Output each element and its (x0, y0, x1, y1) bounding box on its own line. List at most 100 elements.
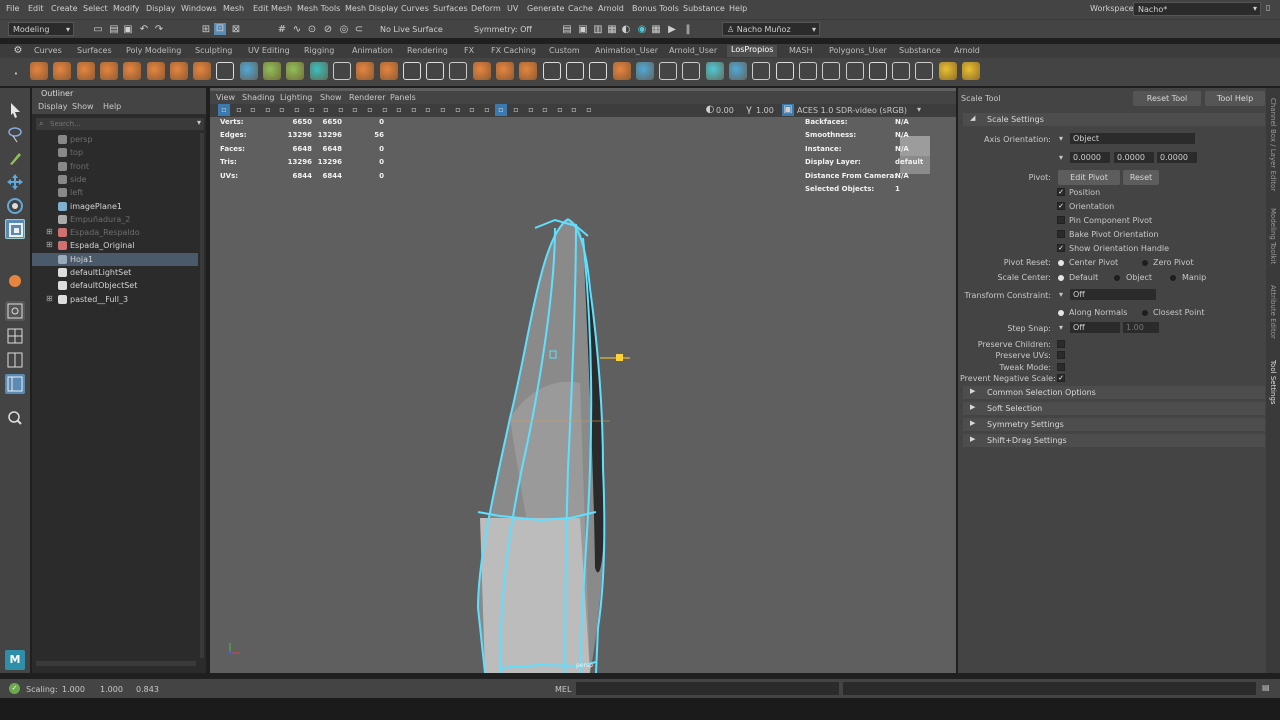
xray-components-icon[interactable]: ▫ (583, 104, 595, 116)
zero-pivot-radio[interactable] (1142, 260, 1148, 266)
select-hierarchy-icon[interactable]: ⊞ (200, 24, 212, 36)
viewport-menu-lighting[interactable]: Lighting (280, 93, 312, 102)
reset-pivot-button[interactable]: Reset (1123, 170, 1159, 185)
menu-arnold[interactable]: Arnold (598, 4, 624, 13)
shelf-tab-polygons-user[interactable]: Polygons_User (829, 46, 887, 55)
fill-hole-icon[interactable] (356, 62, 374, 80)
view-cube[interactable] (900, 136, 930, 174)
align-icon[interactable] (799, 62, 817, 80)
menu-bonus-tools[interactable]: Bonus Tools (632, 4, 679, 13)
axis-x-field[interactable]: 0.0000 (1070, 152, 1110, 163)
insert-loop-icon[interactable] (473, 62, 491, 80)
menu-generate[interactable]: Generate (527, 4, 564, 13)
motion-blur-icon[interactable]: ▫ (510, 104, 522, 116)
menu-display[interactable]: Display (146, 4, 176, 13)
merge-icon[interactable] (380, 62, 398, 80)
menu-edit-mesh[interactable]: Edit Mesh (253, 4, 292, 13)
xray-joints-icon[interactable]: ▫ (568, 104, 580, 116)
shelf-tab-animation[interactable]: Animation (352, 46, 393, 55)
select-component-icon[interactable]: ⊠ (230, 24, 242, 36)
mirror-icon[interactable] (613, 62, 631, 80)
bookmark-icon[interactable]: ▫ (247, 104, 259, 116)
outliner-item[interactable]: front (32, 160, 198, 173)
shelf-tab-uv-editing[interactable]: UV Editing (248, 46, 290, 55)
axis-y-field[interactable]: 0.0000 (1114, 152, 1154, 163)
outliner-menu-help[interactable]: Help (103, 102, 121, 111)
scale-settings-section[interactable]: ◢ Scale Settings (963, 113, 1265, 126)
rotate-tool-icon[interactable] (5, 196, 25, 216)
grease-pencil-icon[interactable]: ▫ (291, 104, 303, 116)
shelf-tab-arnold-user[interactable]: Arnold_User (669, 46, 717, 55)
shelf-tab-lospropios[interactable]: LosPropios (727, 45, 778, 57)
shelf-tab-surfaces[interactable]: Surfaces (77, 46, 112, 55)
viewport-menu-renderer[interactable]: Renderer (349, 93, 386, 102)
shelf-tab-curves[interactable]: Curves (34, 46, 62, 55)
single-pane-layout-icon[interactable] (5, 301, 25, 321)
exposure-value[interactable]: 0.00 (716, 106, 734, 115)
tweak-mode-checkbox[interactable] (1057, 363, 1065, 371)
torus-icon[interactable] (147, 62, 165, 80)
mel-label[interactable]: MEL (555, 685, 571, 694)
outliner-item[interactable]: imagePlane1 (32, 200, 198, 213)
outliner-item[interactable]: top (32, 146, 198, 159)
rotate-edge-icon[interactable] (822, 62, 840, 80)
delete-history-icon[interactable] (589, 62, 607, 80)
select-camera-icon[interactable]: ▫ (218, 104, 230, 116)
grid-icon[interactable]: ▫ (306, 104, 318, 116)
undo-icon[interactable]: ↶ (138, 24, 150, 36)
menu-more-icon[interactable]: ▯ (1266, 3, 1270, 12)
chevron-down-icon[interactable]: ▾ (1059, 290, 1063, 299)
two-pane-layout-icon[interactable] (5, 350, 25, 370)
plane-icon[interactable] (123, 62, 141, 80)
symmetry-icon[interactable] (846, 62, 864, 80)
menu-select[interactable]: Select (83, 4, 108, 13)
side-tab-tool-settings[interactable]: Tool Settings (1269, 360, 1277, 405)
field-chart-icon[interactable]: ▫ (364, 104, 376, 116)
connect-icon[interactable] (449, 62, 467, 80)
expand-icon[interactable]: ⊞ (46, 227, 53, 236)
wireframe-icon[interactable]: ▫ (408, 104, 420, 116)
shelf-tab-animation-user[interactable]: Animation_User (595, 46, 658, 55)
expand-icon[interactable]: ⊞ (46, 294, 53, 303)
shelf-tab-substance[interactable]: Substance (899, 46, 941, 55)
retopo-icon[interactable] (682, 62, 700, 80)
ipr-icon[interactable]: ▶ (666, 24, 678, 36)
four-pane-layout-icon[interactable] (5, 326, 25, 346)
cube-icon[interactable] (53, 62, 71, 80)
scale-center-manip-radio[interactable] (1170, 275, 1176, 281)
snap-grid-icon[interactable]: # (276, 24, 288, 36)
outliner-item[interactable]: defaultObjectSet (32, 279, 198, 292)
menu-windows[interactable]: Windows (181, 4, 217, 13)
shadows-icon[interactable]: ▫ (481, 104, 493, 116)
sphere-icon[interactable] (5, 271, 25, 291)
mp-icon[interactable] (915, 62, 933, 80)
menu-help[interactable]: Help (729, 4, 747, 13)
render-settings-icon[interactable]: ▦ (606, 24, 618, 36)
chevron-down-icon[interactable]: ▾ (197, 118, 201, 127)
step-snap-value[interactable]: 1.00 (1123, 322, 1159, 333)
gamma-value[interactable]: 1.00 (756, 106, 774, 115)
film-gate-icon[interactable]: ▫ (320, 104, 332, 116)
center-pivot-icon[interactable] (543, 62, 561, 80)
bool-icon[interactable] (333, 62, 351, 80)
grid-icon[interactable] (869, 62, 887, 80)
anti-alias-icon[interactable]: ▫ (525, 104, 537, 116)
viewport-menu-view[interactable]: View (216, 93, 235, 102)
image-plane-icon[interactable]: ▫ (262, 104, 274, 116)
reset-tool-button[interactable]: Reset Tool (1133, 91, 1201, 106)
outliner-menu-display[interactable]: Display (38, 102, 68, 111)
menu-file[interactable]: File (6, 4, 19, 13)
hypershade-icon[interactable]: ◐ (620, 24, 632, 36)
shelf-tab-fx[interactable]: FX (464, 46, 474, 55)
maya-logo-icon[interactable]: M (5, 650, 25, 670)
safe-title-icon[interactable]: ▫ (393, 104, 405, 116)
menu-modify[interactable]: Modify (113, 4, 140, 13)
freeze-icon[interactable] (566, 62, 584, 80)
menu-edit[interactable]: Edit (28, 4, 44, 13)
lattice-icon[interactable] (752, 62, 770, 80)
snap-curve-icon[interactable]: ∿ (291, 24, 303, 36)
quad-draw-icon[interactable] (659, 62, 677, 80)
pipe-icon[interactable] (193, 62, 211, 80)
exposure-icon[interactable]: ◐ (704, 104, 716, 116)
sculpt-icon[interactable] (519, 62, 537, 80)
